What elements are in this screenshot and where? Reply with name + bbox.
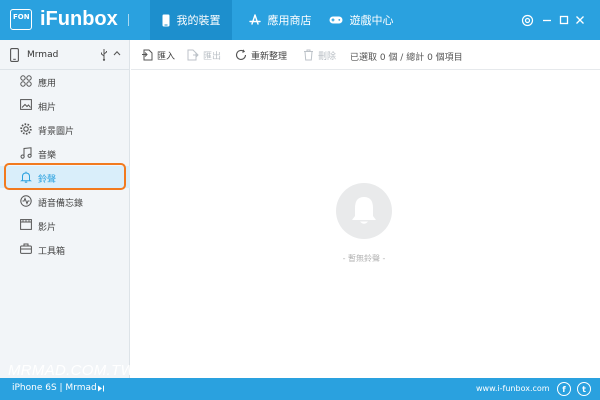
sidebar-item-label: 影片: [38, 223, 57, 233]
import-button[interactable]: 匯入: [141, 40, 175, 70]
apps-grid-icon: [20, 75, 32, 87]
settings-button[interactable]: [520, 13, 534, 27]
tab-app-store[interactable]: 應用商店: [240, 0, 320, 40]
chevron-up-icon[interactable]: [113, 50, 121, 56]
sidebar-item-apps[interactable]: 應用: [0, 70, 130, 92]
sidebar-item-label: 工具箱: [38, 247, 66, 257]
tab-my-device[interactable]: 我的裝置: [150, 0, 232, 40]
app-store-icon: [248, 14, 261, 25]
music-icon: [20, 147, 32, 159]
device-selector[interactable]: Mrmad: [0, 40, 130, 70]
tab-label: 遊戲中心: [349, 14, 394, 27]
close-icon: [576, 16, 584, 24]
voice-memo-icon: [20, 195, 32, 207]
close-button[interactable]: [574, 13, 586, 27]
website-link[interactable]: www.i-funbox.com: [476, 384, 550, 393]
settings-icon: [521, 14, 533, 26]
refresh-button[interactable]: 重新整理: [235, 40, 287, 70]
title-bar: FON iFunbox 我的裝置 應用商店 遊戲中心: [0, 0, 600, 40]
export-label: 匯出: [203, 51, 222, 62]
empty-state-text: - 暫無鈴聲 -: [342, 254, 386, 263]
minimize-icon: [543, 19, 551, 22]
gamepad-icon: [329, 16, 342, 24]
wallpaper-icon: [20, 123, 32, 135]
sidebar-item-voice-memos[interactable]: 語音備忘錄: [0, 190, 130, 212]
facebook-glyph: f: [562, 384, 566, 394]
delete-label: 刪除: [318, 51, 337, 62]
sidebar-item-label: 相片: [38, 103, 57, 113]
watermark-text: MRMAD.COM.TW: [8, 362, 135, 379]
app-logo: FON: [10, 9, 32, 30]
empty-state-illustration: [336, 183, 392, 239]
tab-label: 應用商店: [267, 14, 312, 27]
export-button[interactable]: 匯出: [187, 40, 221, 70]
maximize-icon: [559, 15, 569, 25]
bell-icon: [352, 197, 376, 224]
sidebar-item-toolbox[interactable]: 工具箱: [0, 238, 130, 260]
import-icon: [142, 49, 153, 61]
video-icon: [20, 219, 32, 230]
status-bar: iPhone 6S | Mrmad www.i-funbox.com f t: [0, 378, 600, 400]
refresh-icon: [235, 49, 247, 61]
sidebar-item-music[interactable]: 音樂: [0, 142, 130, 164]
photo-icon: [20, 99, 32, 110]
eject-arrow-icon[interactable]: [97, 384, 105, 393]
delete-button[interactable]: 刪除: [303, 40, 336, 70]
tab-label: 我的裝置: [176, 14, 221, 27]
toolbar: 匯入 匯出 重新整理 刪除 已選取 0 個 / 總計 0 個項目: [131, 40, 600, 70]
sidebar: Mrmad 應用 相片 背景圖片 音樂 鈴聲 語音備忘錄 影片 工具箱 MRMA…: [0, 40, 135, 379]
selection-highlight-outline: [4, 163, 126, 190]
export-icon: [187, 49, 199, 61]
app-title: iFunbox: [40, 8, 118, 30]
usb-icon: [101, 49, 107, 61]
phone-icon: [162, 14, 169, 26]
sidebar-item-label: 背景圖片: [38, 127, 75, 137]
sidebar-item-label: 應用: [38, 79, 57, 89]
sidebar-item-label: 音樂: [38, 151, 57, 161]
sidebar-item-videos[interactable]: 影片: [0, 214, 130, 236]
logo-text: FON: [13, 13, 30, 21]
facebook-icon[interactable]: f: [557, 382, 571, 396]
device-phone-icon: [10, 48, 19, 62]
sidebar-item-wallpapers[interactable]: 背景圖片: [0, 118, 130, 140]
sidebar-item-photos[interactable]: 相片: [0, 94, 130, 116]
content-area: - 暫無鈴聲 -: [131, 71, 600, 378]
toolbox-icon: [20, 243, 32, 254]
maximize-button[interactable]: [558, 13, 570, 27]
tab-game-center[interactable]: 遊戲中心: [326, 0, 396, 40]
minimize-button[interactable]: [541, 13, 553, 27]
selection-status: 已選取 0 個 / 總計 0 個項目: [350, 53, 463, 63]
title-divider: [128, 14, 129, 26]
footer-device-info: iPhone 6S | Mrmad: [12, 383, 97, 393]
trash-icon: [304, 49, 313, 61]
device-name: Mrmad: [27, 50, 59, 60]
import-label: 匯入: [157, 51, 176, 62]
twitter-icon[interactable]: t: [577, 382, 591, 396]
twitter-glyph: t: [582, 384, 586, 394]
refresh-label: 重新整理: [251, 51, 288, 62]
sidebar-item-label: 語音備忘錄: [38, 199, 84, 209]
